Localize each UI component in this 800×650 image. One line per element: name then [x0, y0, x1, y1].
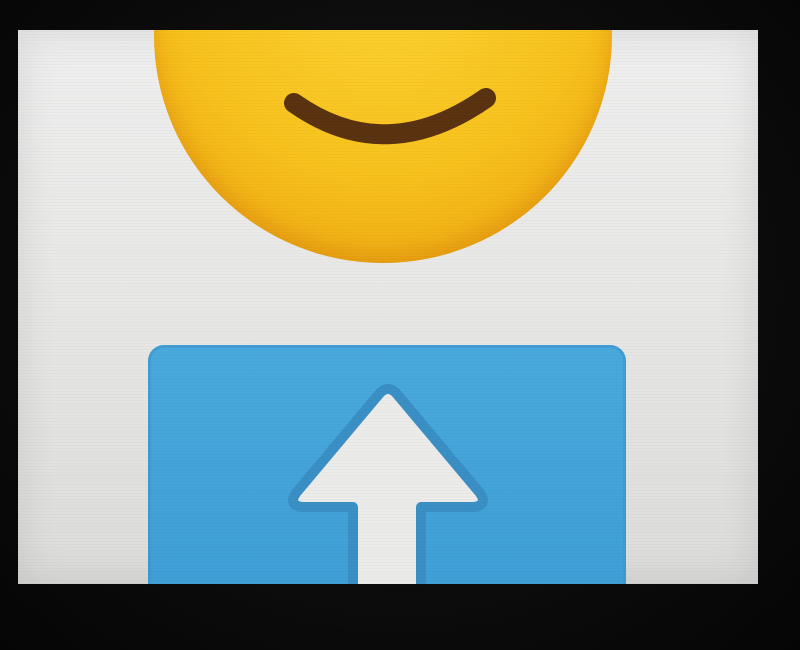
up-arrow-icon: [288, 384, 488, 584]
smile-mouth: [284, 88, 496, 145]
smiling-face-icon: [154, 30, 612, 263]
device-bezel: [0, 0, 800, 650]
upload-button[interactable]: [148, 345, 626, 584]
device-screen: [18, 30, 758, 584]
